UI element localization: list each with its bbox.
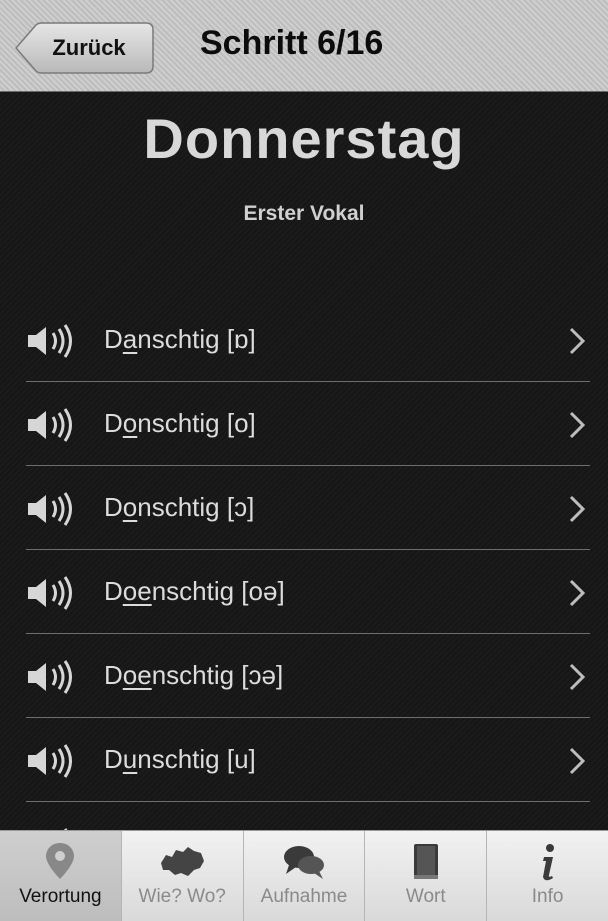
section-subtitle: Erster Vokal [243, 202, 365, 225]
variant-vowel: o [122, 492, 138, 522]
pronunciation-list: Danschtig [ɒ] Donschtig [o] Donschtig [ɔ] D… [0, 298, 608, 830]
content-area: Donnerstag Erster Vokal Danschtig [ɒ] Don… [0, 92, 608, 830]
variant-vowel: a [122, 324, 138, 354]
chevron-right-icon [568, 326, 586, 356]
variant-vowel: u [122, 744, 138, 774]
chevron-right-icon [568, 494, 586, 524]
variant-row[interactable]: Donschtig [ɔ] [0, 466, 608, 550]
variant-row[interactable]: Donschtig [o] [0, 382, 608, 466]
tab-label: Verortung [19, 886, 102, 907]
variant-suffix: nschtig [ɔə] [151, 660, 284, 690]
chevron-right-icon [568, 746, 586, 776]
chevron-right-icon [568, 578, 586, 608]
variant-label: Danschtig [ɒ] [104, 324, 256, 355]
variant-row[interactable]: Doenschtig [oə] [0, 550, 608, 634]
variant-suffix: nschtig [oə] [151, 576, 285, 606]
variant-suffix: nschtig [o] [137, 408, 256, 438]
speaker-icon[interactable] [26, 324, 78, 358]
speaker-icon[interactable] [26, 744, 78, 778]
info-icon [523, 841, 573, 883]
variant-prefix: D [104, 492, 123, 522]
speaker-icon[interactable] [26, 576, 78, 610]
tab-verortung[interactable]: Verortung [0, 831, 121, 921]
navigation-bar: Zurück Schritt 6/16 [0, 0, 608, 92]
variant-prefix: D [104, 576, 123, 606]
variant-label: Doenschtig [oə] [104, 576, 285, 607]
tab-info[interactable]: Info [486, 831, 608, 921]
variant-vowel: o [122, 408, 138, 438]
variant-label: Dunschtig [u] [104, 744, 256, 775]
variant-row[interactable]: Danschtig [ɒ] [0, 298, 608, 382]
variant-row-partial[interactable] [0, 802, 608, 830]
location-pin-icon [35, 841, 85, 883]
back-button[interactable]: Zurück [14, 22, 154, 74]
variant-prefix: D [104, 408, 123, 438]
chevron-right-icon [568, 662, 586, 692]
variant-row[interactable]: Dunschtig [u] [0, 718, 608, 802]
speech-bubbles-icon [279, 841, 329, 883]
speaker-icon[interactable] [26, 660, 78, 694]
variant-label: Doenschtig [ɔə] [104, 660, 283, 691]
variant-vowel: oe [122, 576, 152, 606]
variant-suffix: nschtig [u] [137, 744, 256, 774]
word-heading: Donnerstag [143, 107, 465, 170]
variant-label: Donschtig [ɔ] [104, 492, 254, 523]
variant-row[interactable]: Doenschtig [ɔə] [0, 634, 608, 718]
variant-label: Donschtig [o] [104, 408, 256, 439]
switzerland-map-icon [157, 841, 207, 883]
speaker-icon[interactable] [26, 492, 78, 526]
variant-suffix: nschtig [ɒ] [137, 324, 256, 354]
variant-prefix: D [104, 744, 123, 774]
speaker-icon[interactable] [26, 408, 78, 442]
tab-wort[interactable]: Wort [364, 831, 486, 921]
tab-label: Wort [405, 886, 446, 907]
variant-prefix: D [104, 660, 123, 690]
variant-vowel: oe [122, 660, 152, 690]
tab-bar: Verortung Wie? Wo? Aufnahme Wort Info [0, 830, 608, 921]
variant-suffix: nschtig [ɔ] [137, 492, 255, 522]
tab-wie-wo[interactable]: Wie? Wo? [120, 831, 243, 921]
tab-label: Wie? Wo? [138, 886, 226, 907]
chevron-right-icon [568, 410, 586, 440]
back-button-label: Zurück [52, 35, 126, 60]
tab-label: Aufnahme [260, 886, 348, 907]
variant-prefix: D [104, 324, 123, 354]
book-icon [401, 841, 451, 883]
tab-aufnahme[interactable]: Aufnahme [242, 831, 365, 921]
tab-label: Info [531, 886, 564, 907]
page-title: Schritt 6/16 [200, 24, 384, 62]
